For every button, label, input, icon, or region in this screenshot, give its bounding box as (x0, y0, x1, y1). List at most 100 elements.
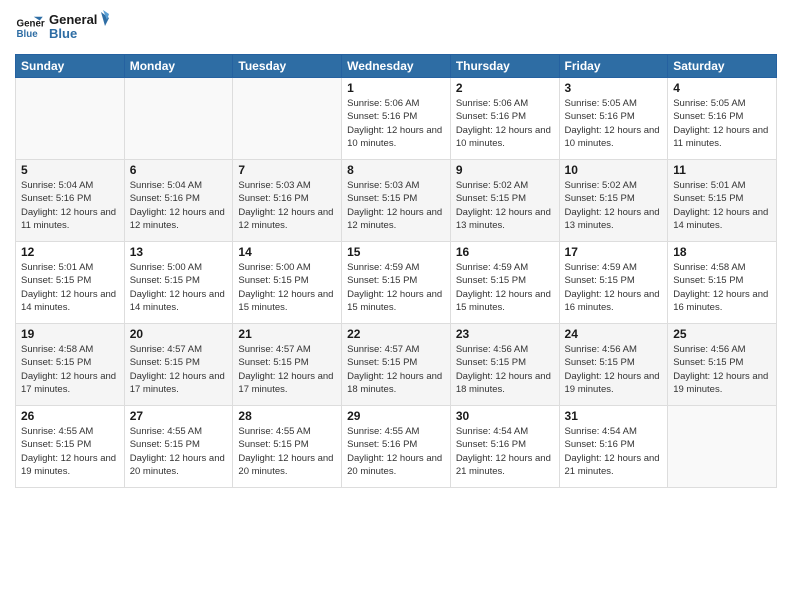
day-info: Sunrise: 5:00 AM Sunset: 5:15 PM Dayligh… (238, 261, 336, 314)
day-number: 31 (565, 409, 663, 423)
day-number: 17 (565, 245, 663, 259)
calendar-cell: 30 Sunrise: 4:54 AM Sunset: 5:16 PM Dayli… (450, 406, 559, 488)
day-info: Sunrise: 4:56 AM Sunset: 5:15 PM Dayligh… (456, 343, 554, 396)
day-number: 6 (130, 163, 228, 177)
day-number: 19 (21, 327, 119, 341)
day-number: 27 (130, 409, 228, 423)
calendar-header-row: SundayMondayTuesdayWednesdayThursdayFrid… (16, 55, 777, 78)
calendar-cell: 24 Sunrise: 4:56 AM Sunset: 5:15 PM Dayli… (559, 324, 668, 406)
svg-text:Blue: Blue (49, 26, 77, 41)
day-info: Sunrise: 4:57 AM Sunset: 5:15 PM Dayligh… (130, 343, 228, 396)
day-number: 12 (21, 245, 119, 259)
day-number: 4 (673, 81, 771, 95)
day-number: 14 (238, 245, 336, 259)
day-info: Sunrise: 4:54 AM Sunset: 5:16 PM Dayligh… (565, 425, 663, 478)
day-info: Sunrise: 4:59 AM Sunset: 5:15 PM Dayligh… (456, 261, 554, 314)
day-info: Sunrise: 4:59 AM Sunset: 5:15 PM Dayligh… (347, 261, 445, 314)
day-info: Sunrise: 4:54 AM Sunset: 5:16 PM Dayligh… (456, 425, 554, 478)
day-header-friday: Friday (559, 55, 668, 78)
calendar-cell (16, 78, 125, 160)
calendar-cell: 15 Sunrise: 4:59 AM Sunset: 5:15 PM Dayli… (342, 242, 451, 324)
calendar-cell: 20 Sunrise: 4:57 AM Sunset: 5:15 PM Dayli… (124, 324, 233, 406)
day-info: Sunrise: 5:00 AM Sunset: 5:15 PM Dayligh… (130, 261, 228, 314)
day-header-monday: Monday (124, 55, 233, 78)
day-number: 7 (238, 163, 336, 177)
calendar-cell: 2Sunrise: 5:06 AM Sunset: 5:16 PM Daylig… (450, 78, 559, 160)
day-header-sunday: Sunday (16, 55, 125, 78)
logo-graphic: General Blue (49, 10, 109, 46)
day-number: 16 (456, 245, 554, 259)
calendar-cell: 25 Sunrise: 4:56 AM Sunset: 5:15 PM Dayli… (668, 324, 777, 406)
calendar-cell: 29 Sunrise: 4:55 AM Sunset: 5:16 PM Dayli… (342, 406, 451, 488)
page-container: General Blue General Blue SundayMondayTu… (0, 0, 792, 612)
day-number: 13 (130, 245, 228, 259)
day-number: 10 (565, 163, 663, 177)
day-info: Sunrise: 4:57 AM Sunset: 5:15 PM Dayligh… (238, 343, 336, 396)
day-header-tuesday: Tuesday (233, 55, 342, 78)
svg-text:General: General (49, 12, 97, 27)
calendar-cell: 4 Sunrise: 5:05 AM Sunset: 5:16 PM Daylig… (668, 78, 777, 160)
calendar-cell: 18 Sunrise: 4:58 AM Sunset: 5:15 PM Dayli… (668, 242, 777, 324)
day-info: Sunrise: 5:06 AM Sunset: 5:16 PM Dayligh… (347, 97, 445, 150)
day-info: Sunrise: 4:55 AM Sunset: 5:16 PM Dayligh… (347, 425, 445, 478)
day-info: Sunrise: 5:02 AM Sunset: 5:15 PM Dayligh… (565, 179, 663, 232)
day-info: Sunrise: 4:55 AM Sunset: 5:15 PM Dayligh… (130, 425, 228, 478)
day-info: Sunrise: 5:05 AM Sunset: 5:16 PM Dayligh… (673, 97, 771, 150)
calendar-cell: 6Sunrise: 5:04 AM Sunset: 5:16 PM Daylig… (124, 160, 233, 242)
day-number: 23 (456, 327, 554, 341)
calendar-cell: 7Sunrise: 5:03 AM Sunset: 5:16 PM Daylig… (233, 160, 342, 242)
calendar-cell: 17 Sunrise: 4:59 AM Sunset: 5:15 PM Dayli… (559, 242, 668, 324)
svg-text:General: General (17, 19, 46, 30)
day-number: 1 (347, 81, 445, 95)
day-info: Sunrise: 4:56 AM Sunset: 5:15 PM Dayligh… (673, 343, 771, 396)
day-number: 20 (130, 327, 228, 341)
day-info: Sunrise: 4:55 AM Sunset: 5:15 PM Dayligh… (21, 425, 119, 478)
calendar-cell: 22 Sunrise: 4:57 AM Sunset: 5:15 PM Dayli… (342, 324, 451, 406)
day-number: 15 (347, 245, 445, 259)
calendar-cell: 23 Sunrise: 4:56 AM Sunset: 5:15 PM Dayli… (450, 324, 559, 406)
svg-text:Blue: Blue (17, 29, 39, 40)
day-number: 9 (456, 163, 554, 177)
calendar-cell: 16 Sunrise: 4:59 AM Sunset: 5:15 PM Dayli… (450, 242, 559, 324)
day-info: Sunrise: 4:59 AM Sunset: 5:15 PM Dayligh… (565, 261, 663, 314)
day-number: 25 (673, 327, 771, 341)
day-number: 28 (238, 409, 336, 423)
calendar-cell: 19 Sunrise: 4:58 AM Sunset: 5:15 PM Dayli… (16, 324, 125, 406)
calendar-week-1: 1 Sunrise: 5:06 AM Sunset: 5:16 PM Daylig… (16, 78, 777, 160)
day-info: Sunrise: 4:57 AM Sunset: 5:15 PM Dayligh… (347, 343, 445, 396)
day-info: Sunrise: 5:01 AM Sunset: 5:15 PM Dayligh… (673, 179, 771, 232)
day-number: 3 (565, 81, 663, 95)
calendar-cell: 5Sunrise: 5:04 AM Sunset: 5:16 PM Daylig… (16, 160, 125, 242)
calendar-week-2: 5Sunrise: 5:04 AM Sunset: 5:16 PM Daylig… (16, 160, 777, 242)
day-header-thursday: Thursday (450, 55, 559, 78)
calendar-cell: 11 Sunrise: 5:01 AM Sunset: 5:15 PM Dayli… (668, 160, 777, 242)
day-number: 18 (673, 245, 771, 259)
calendar-cell: 1 Sunrise: 5:06 AM Sunset: 5:16 PM Daylig… (342, 78, 451, 160)
day-number: 8 (347, 163, 445, 177)
day-header-saturday: Saturday (668, 55, 777, 78)
calendar-cell: 21Sunrise: 4:57 AM Sunset: 5:15 PM Dayli… (233, 324, 342, 406)
calendar-cell: 27 Sunrise: 4:55 AM Sunset: 5:15 PM Dayli… (124, 406, 233, 488)
day-info: Sunrise: 4:58 AM Sunset: 5:15 PM Dayligh… (673, 261, 771, 314)
calendar-week-4: 19 Sunrise: 4:58 AM Sunset: 5:15 PM Dayli… (16, 324, 777, 406)
calendar-cell: 31 Sunrise: 4:54 AM Sunset: 5:16 PM Dayli… (559, 406, 668, 488)
day-info: Sunrise: 5:02 AM Sunset: 5:15 PM Dayligh… (456, 179, 554, 232)
day-number: 22 (347, 327, 445, 341)
calendar-week-3: 12Sunrise: 5:01 AM Sunset: 5:15 PM Dayli… (16, 242, 777, 324)
day-number: 29 (347, 409, 445, 423)
day-number: 11 (673, 163, 771, 177)
calendar-cell: 12Sunrise: 5:01 AM Sunset: 5:15 PM Dayli… (16, 242, 125, 324)
day-info: Sunrise: 4:58 AM Sunset: 5:15 PM Dayligh… (21, 343, 119, 396)
day-info: Sunrise: 5:05 AM Sunset: 5:16 PM Dayligh… (565, 97, 663, 150)
day-header-wednesday: Wednesday (342, 55, 451, 78)
day-number: 30 (456, 409, 554, 423)
day-number: 24 (565, 327, 663, 341)
day-info: Sunrise: 5:03 AM Sunset: 5:15 PM Dayligh… (347, 179, 445, 232)
day-info: Sunrise: 4:55 AM Sunset: 5:15 PM Dayligh… (238, 425, 336, 478)
day-info: Sunrise: 4:56 AM Sunset: 5:15 PM Dayligh… (565, 343, 663, 396)
logo: General Blue General Blue (15, 10, 109, 46)
calendar-cell: 26Sunrise: 4:55 AM Sunset: 5:15 PM Dayli… (16, 406, 125, 488)
calendar-cell (668, 406, 777, 488)
day-number: 5 (21, 163, 119, 177)
calendar-cell: 8 Sunrise: 5:03 AM Sunset: 5:15 PM Daylig… (342, 160, 451, 242)
